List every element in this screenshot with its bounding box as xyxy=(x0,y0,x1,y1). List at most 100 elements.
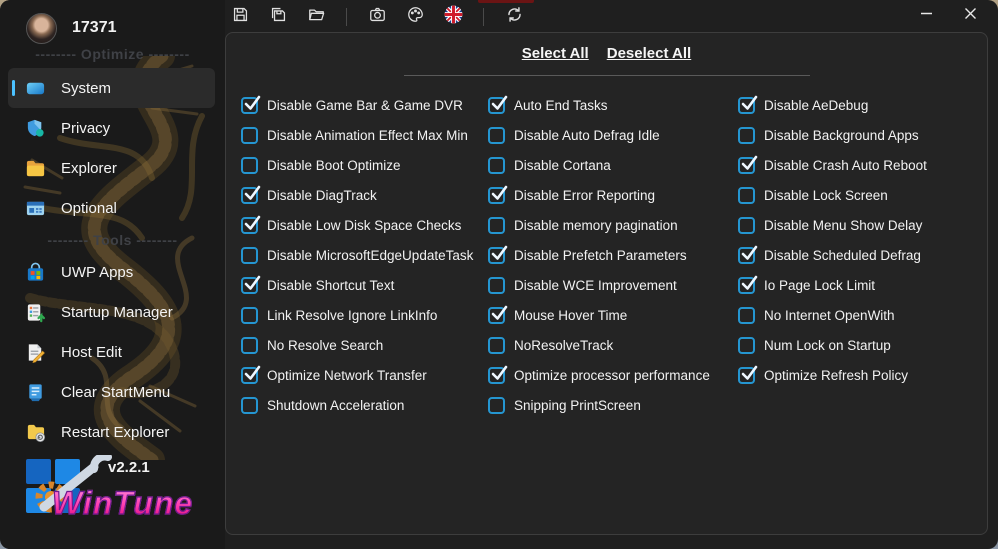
checkbox-box[interactable] xyxy=(488,276,505,294)
checkbox-box[interactable] xyxy=(241,336,258,354)
tweak-checkbox-item[interactable]: Disable Low Disk Space Checks xyxy=(241,210,488,240)
tweak-checkbox-item[interactable]: Disable Cortana xyxy=(488,150,738,180)
tweak-checkbox-item[interactable]: Optimize Network Transfer xyxy=(241,360,488,390)
checkbox-box[interactable] xyxy=(241,95,261,114)
checkbox-box[interactable] xyxy=(241,275,261,294)
save-icon xyxy=(231,5,250,29)
window-controls xyxy=(904,0,992,34)
tweak-checkbox-item[interactable]: Disable WCE Improvement xyxy=(488,270,738,300)
checkbox-box[interactable] xyxy=(488,336,505,354)
sidebar-item-explorer[interactable]: Explorer xyxy=(8,148,215,188)
tweak-checkbox-item[interactable]: Disable Lock Screen xyxy=(738,180,988,210)
checkbox-box[interactable] xyxy=(241,185,261,204)
checkbox-box[interactable] xyxy=(738,336,755,354)
tweak-checkbox-item[interactable]: Shutdown Acceleration xyxy=(241,390,488,420)
tweak-checkbox-item[interactable]: Disable MicrosoftEdgeUpdateTask xyxy=(241,240,488,270)
sidebar-item-privacy[interactable]: Privacy xyxy=(8,108,215,148)
checkbox-box[interactable] xyxy=(488,216,505,234)
tweak-checkbox-item[interactable]: Num Lock on Startup xyxy=(738,330,988,360)
sidebar-item-optional[interactable]: Optional xyxy=(8,188,215,228)
screenshot-button[interactable] xyxy=(365,5,389,29)
minimize-button[interactable] xyxy=(904,0,948,32)
checkbox-box[interactable] xyxy=(738,365,758,384)
sidebar-item-label: Host Edit xyxy=(61,343,122,361)
tweak-label: Disable Crash Auto Reboot xyxy=(764,157,927,173)
checkbox-box[interactable] xyxy=(738,216,755,234)
tweak-checkbox-item[interactable]: Disable Auto Defrag Idle xyxy=(488,120,738,150)
tweak-checkbox-item[interactable]: NoResolveTrack xyxy=(488,330,738,360)
uk-flag-icon xyxy=(444,5,463,29)
sidebar-item-clear-startmenu[interactable]: Clear StartMenu xyxy=(8,372,215,412)
close-button[interactable] xyxy=(948,0,992,32)
checkbox-box[interactable] xyxy=(488,396,505,414)
deselect-all-link[interactable]: Deselect All xyxy=(607,45,692,67)
tweak-label: Disable MicrosoftEdgeUpdateTask xyxy=(267,247,474,263)
tweak-label: Disable memory pagination xyxy=(514,217,678,233)
refresh-button[interactable] xyxy=(502,5,526,29)
tweak-checkbox-item[interactable]: No Internet OpenWith xyxy=(738,300,988,330)
tweak-label: No Resolve Search xyxy=(267,337,384,353)
sidebar-item-host-edit[interactable]: Host Edit xyxy=(8,332,215,372)
tweak-checkbox-item[interactable]: Disable Menu Show Delay xyxy=(738,210,988,240)
user-avatar xyxy=(26,12,57,44)
checkbox-box[interactable] xyxy=(738,126,755,144)
checkbox-box[interactable] xyxy=(241,215,261,234)
checkbox-box[interactable] xyxy=(738,306,755,324)
tweak-checkbox-item[interactable]: Disable Crash Auto Reboot xyxy=(738,150,988,180)
checkbox-box[interactable] xyxy=(241,156,258,174)
app-logo-block: v2.2.1 WinTune xyxy=(0,455,225,543)
checkbox-box[interactable] xyxy=(488,305,508,324)
theme-button[interactable] xyxy=(403,5,427,29)
checkbox-box[interactable] xyxy=(241,306,258,324)
tweak-checkbox-item[interactable]: Disable Animation Effect Max Min xyxy=(241,120,488,150)
checkbox-box[interactable] xyxy=(488,365,508,384)
checkbox-box[interactable] xyxy=(488,185,508,204)
tweak-checkbox-item[interactable]: Auto End Tasks xyxy=(488,90,738,120)
checkbox-box[interactable] xyxy=(738,275,758,294)
tweak-checkbox-item[interactable]: Disable Shortcut Text xyxy=(241,270,488,300)
checkbox-box[interactable] xyxy=(488,95,508,114)
tweak-checkbox-item[interactable]: Disable Prefetch Parameters xyxy=(488,240,738,270)
checkbox-box[interactable] xyxy=(488,245,508,264)
tweak-checkbox-item[interactable]: Snipping PrintScreen xyxy=(488,390,738,420)
checkbox-box[interactable] xyxy=(241,126,258,144)
tweak-checkbox-item[interactable]: Disable Game Bar & Game DVR xyxy=(241,90,488,120)
open-file-button[interactable] xyxy=(304,5,328,29)
tweak-checkbox-item[interactable]: Disable AeDebug xyxy=(738,90,988,120)
tweak-label: Disable Boot Optimize xyxy=(267,157,401,173)
save-all-icon xyxy=(269,5,288,29)
tweak-checkbox-item[interactable]: Disable Error Reporting xyxy=(488,180,738,210)
sidebar-item-restart-explorer[interactable]: Restart Explorer xyxy=(8,412,215,452)
sidebar-item-label: Restart Explorer xyxy=(61,423,170,441)
checkbox-box[interactable] xyxy=(241,365,261,384)
tweak-checkbox-item[interactable]: Optimize processor performance xyxy=(488,360,738,390)
language-button[interactable] xyxy=(441,5,465,29)
tweak-checkbox-item[interactable]: Disable Boot Optimize xyxy=(241,150,488,180)
checkbox-box[interactable] xyxy=(241,246,258,264)
checkbox-box[interactable] xyxy=(738,186,755,204)
checkbox-box[interactable] xyxy=(738,155,758,174)
sidebar-item-startup-manager[interactable]: Startup Manager xyxy=(8,292,215,332)
checkbox-box[interactable] xyxy=(241,396,258,414)
tweak-checkbox-item[interactable]: Mouse Hover Time xyxy=(488,300,738,330)
tweak-checkbox-item[interactable]: Disable Background Apps xyxy=(738,120,988,150)
tweak-checkbox-item[interactable]: No Resolve Search xyxy=(241,330,488,360)
tweak-checkbox-item[interactable]: Disable memory pagination xyxy=(488,210,738,240)
tweak-checkbox-item[interactable]: Disable Scheduled Defrag xyxy=(738,240,988,270)
save-all-button[interactable] xyxy=(266,5,290,29)
folder-refresh-icon xyxy=(24,421,46,443)
checkbox-box[interactable] xyxy=(738,245,758,264)
document-edit-icon xyxy=(24,341,46,363)
tweak-checkbox-item[interactable]: Io Page Lock Limit xyxy=(738,270,988,300)
checkbox-box[interactable] xyxy=(488,126,505,144)
checkbox-box[interactable] xyxy=(488,156,505,174)
tweak-checkbox-item[interactable]: Optimize Refresh Policy xyxy=(738,360,988,390)
sidebar-item-system[interactable]: System xyxy=(8,68,215,108)
save-button[interactable] xyxy=(228,5,252,29)
tweak-checkbox-item[interactable]: Link Resolve Ignore LinkInfo xyxy=(241,300,488,330)
select-all-link[interactable]: Select All xyxy=(522,45,589,67)
document-list-icon xyxy=(24,381,46,403)
checkbox-box[interactable] xyxy=(738,95,758,114)
sidebar-item-uwp-apps[interactable]: UWP Apps xyxy=(8,252,215,292)
tweak-checkbox-item[interactable]: Disable DiagTrack xyxy=(241,180,488,210)
